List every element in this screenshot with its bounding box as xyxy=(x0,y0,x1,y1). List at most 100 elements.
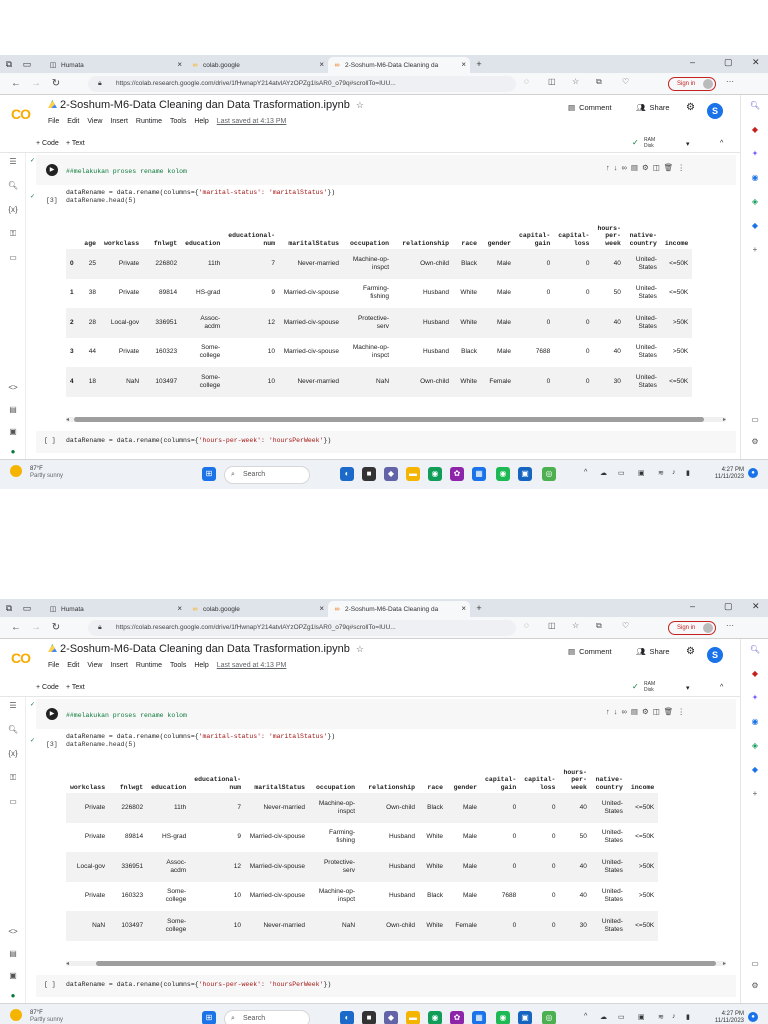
last-saved-link[interactable]: Last saved at 4:13 PM xyxy=(217,118,287,125)
snippets-icon[interactable]: ▤ xyxy=(0,949,26,958)
keyboard-icon[interactable]: ▭ xyxy=(618,469,625,477)
spotify-icon[interactable]: ◉ xyxy=(496,1011,510,1024)
keyboard-icon[interactable]: ▭ xyxy=(618,1013,625,1021)
collections-icon[interactable]: ⧉ xyxy=(596,621,602,631)
snippets-icon[interactable]: ▤ xyxy=(0,405,26,414)
collections-icon[interactable]: ◌ xyxy=(524,621,529,630)
move-up-icon[interactable]: ↑ xyxy=(606,163,614,172)
terminal-icon[interactable]: ▣ xyxy=(0,427,26,436)
office-icon[interactable]: ◈ xyxy=(741,741,768,750)
edge-icon[interactable]: ◉ xyxy=(428,467,442,481)
workspaces-icon[interactable]: ⧉ xyxy=(0,55,18,73)
app-icon[interactable]: ✿ xyxy=(450,1011,464,1024)
scroll-left-icon[interactable]: ◂ xyxy=(66,416,69,423)
menu-runtime[interactable]: Runtime xyxy=(136,662,162,669)
folder-icon[interactable]: ▭ xyxy=(0,797,26,806)
shopping-icon[interactable]: ◆ xyxy=(741,125,768,134)
add-code-button[interactable]: + Code xyxy=(36,684,59,691)
mirror-icon[interactable]: ◫ xyxy=(653,707,664,716)
gear-icon[interactable]: ⚙ xyxy=(741,437,768,446)
close-window-icon[interactable]: ✕ xyxy=(752,57,760,68)
more-icon[interactable]: ⋮ xyxy=(677,163,689,172)
workspaces-icon[interactable]: ⧉ xyxy=(0,599,18,617)
more-icon[interactable]: ⋯ xyxy=(726,621,734,630)
menu-runtime[interactable]: Runtime xyxy=(136,118,162,125)
tools-icon[interactable]: ✦ xyxy=(741,149,768,158)
task-view-icon[interactable]: ■ xyxy=(362,467,376,481)
task-view-icon[interactable]: ■ xyxy=(362,1011,376,1024)
search-icon[interactable]: 🔍︎ xyxy=(0,181,26,190)
mirror-icon[interactable]: ◫ xyxy=(653,163,664,172)
chevron-up-icon[interactable]: ^ xyxy=(720,140,723,147)
close-icon[interactable]: × xyxy=(319,60,324,69)
page-title[interactable]: 2-Soshum-M6-Data Cleaning dan Data Trasf… xyxy=(48,643,364,655)
menu-view[interactable]: View xyxy=(87,662,102,669)
gear-icon[interactable]: ⚙ xyxy=(642,163,653,172)
search-icon[interactable]: 🔍︎ xyxy=(741,101,768,110)
menu-insert[interactable]: Insert xyxy=(110,118,128,125)
more-icon[interactable]: ⋮ xyxy=(677,707,689,716)
chevron-down-icon[interactable]: ▾ xyxy=(686,140,690,148)
chevron-up-icon[interactable]: ^ xyxy=(584,1013,587,1020)
tab-notebook[interactable]: ∞ 2-Soshum-M6-Data Cleaning da × xyxy=(328,57,470,73)
clock[interactable]: 4:27 PM 11/11/2023 xyxy=(704,1011,744,1024)
colab-logo[interactable]: CO xyxy=(11,650,31,666)
avatar[interactable]: S xyxy=(707,647,723,663)
horizontal-scrollbar[interactable]: ◂ ▸ xyxy=(66,416,726,423)
outlook-icon[interactable]: ◆ xyxy=(741,221,768,230)
cloud-icon[interactable]: ☁ xyxy=(600,1013,607,1021)
taskbar-search[interactable]: ⌕ Search xyxy=(224,1010,310,1024)
extensions-icon[interactable]: ♡ xyxy=(622,621,629,630)
volume-icon[interactable]: ♪ xyxy=(672,469,676,476)
avatar[interactable]: S xyxy=(707,103,723,119)
extensions-icon[interactable]: ♡ xyxy=(622,77,629,86)
forward-icon[interactable]: → xyxy=(26,78,46,89)
office-icon[interactable]: ◈ xyxy=(741,197,768,206)
menu-edit[interactable]: Edit xyxy=(67,118,79,125)
sidebar-toggle-icon[interactable]: ▭ xyxy=(741,415,768,424)
chevron-up-icon[interactable]: ^ xyxy=(720,684,723,691)
maximize-icon[interactable]: ▢ xyxy=(724,601,733,612)
split-screen-icon[interactable]: ◫ xyxy=(548,621,556,630)
notification-badge[interactable]: ● xyxy=(748,468,758,478)
star-icon[interactable]: ☆ xyxy=(356,100,364,110)
menu-help[interactable]: Help xyxy=(194,662,208,669)
scroll-thumb[interactable] xyxy=(96,961,716,966)
tab-colab-google[interactable]: ∞ colab.google × xyxy=(186,601,328,617)
sign-in-button[interactable]: Sign in xyxy=(668,621,716,635)
app-icon[interactable]: ▣ xyxy=(518,467,532,481)
file-explorer-icon[interactable]: ▬ xyxy=(406,1011,420,1024)
folder-icon[interactable]: ▭ xyxy=(0,253,26,262)
clock[interactable]: 4:27 PM 11/11/2023 xyxy=(704,467,744,481)
copilot-icon[interactable]: ◐ xyxy=(340,1011,354,1024)
minimize-icon[interactable]: – xyxy=(690,57,695,67)
menu-view[interactable]: View xyxy=(87,118,102,125)
gear-icon[interactable]: ⚙ xyxy=(686,102,695,113)
collections-icon[interactable]: ◌ xyxy=(524,77,529,86)
maximize-icon[interactable]: ▢ xyxy=(724,57,733,68)
teams-icon[interactable]: ◆ xyxy=(384,467,398,481)
comment-button[interactable]: ▤ Comment xyxy=(568,103,612,112)
taskbar-search[interactable]: ⌕ Search xyxy=(224,466,310,484)
tab-colab-google[interactable]: ∞ colab.google × xyxy=(186,57,328,73)
gear-icon[interactable]: ⚙ xyxy=(642,707,653,716)
comment-icon[interactable]: ▤ xyxy=(631,707,642,716)
url-field[interactable]: 🔒︎ https://colab.research.google.com/dri… xyxy=(88,76,516,92)
run-button[interactable]: ▶ xyxy=(46,708,58,720)
tab-actions-icon[interactable]: ▭ xyxy=(18,599,36,617)
new-tab-button[interactable]: + xyxy=(470,599,488,617)
page-title[interactable]: 2-Soshum-M6-Data Cleaning dan Data Trasf… xyxy=(48,99,364,111)
back-icon[interactable]: ← xyxy=(6,622,26,633)
spotify-icon[interactable]: ◉ xyxy=(496,467,510,481)
display-icon[interactable]: ▣ xyxy=(638,469,645,477)
scroll-right-icon[interactable]: ▸ xyxy=(723,960,726,967)
sign-in-button[interactable]: Sign in xyxy=(668,77,716,91)
trash-icon[interactable]: 🗑︎ xyxy=(664,707,678,716)
search-icon[interactable]: 🔍︎ xyxy=(741,645,768,654)
code-cell[interactable]: [ ] dataRename = data.rename(columns={'h… xyxy=(36,431,736,453)
volume-icon[interactable]: ♪ xyxy=(672,1013,676,1020)
url-field[interactable]: 🔒︎ https://colab.research.google.com/dri… xyxy=(88,620,516,636)
battery-icon[interactable]: ▮ xyxy=(686,469,690,477)
trash-icon[interactable]: 🗑︎ xyxy=(664,163,678,172)
terminal-icon[interactable]: ▣ xyxy=(0,971,26,980)
